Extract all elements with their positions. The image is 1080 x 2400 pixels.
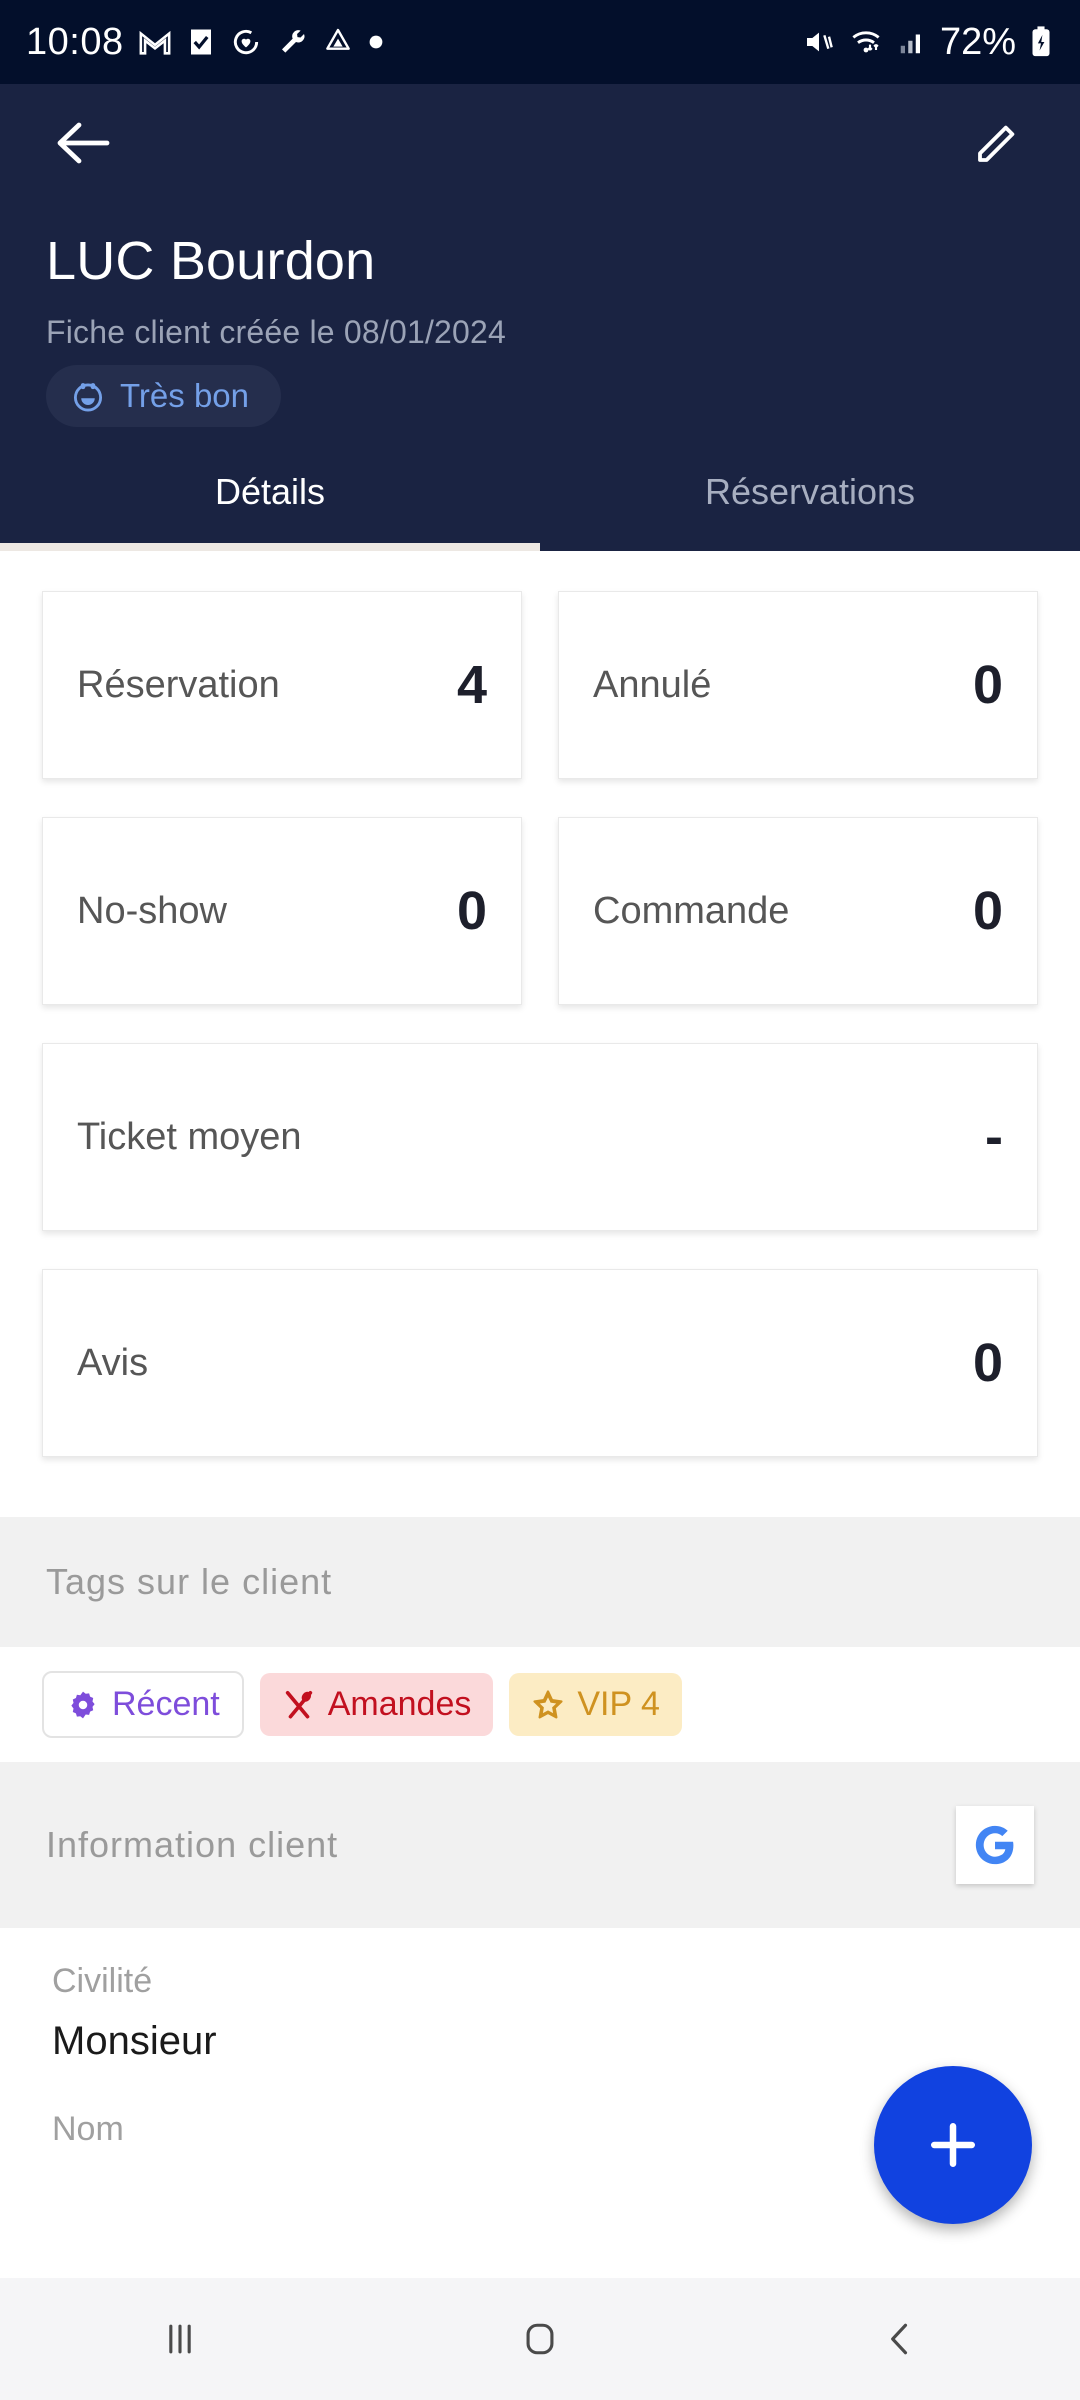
- tag-amandes[interactable]: Amandes: [259, 1673, 494, 1736]
- client-created-text: Fiche client créée le 08/01/2024: [46, 314, 507, 350]
- info-section-header: Information client: [0, 1762, 1080, 1928]
- app-bar: LUC Bourdon Fiche client créée le 08/01/…: [0, 84, 1080, 437]
- smiley-icon: [73, 383, 103, 412]
- triangle-icon: [325, 28, 350, 50]
- tab-details-label: Détails: [214, 471, 326, 512]
- wifi-icon: [852, 31, 880, 53]
- stat-value: 0: [456, 881, 487, 941]
- stat-label: Ticket moyen: [77, 1115, 302, 1158]
- checkbox-icon: [190, 29, 211, 55]
- tab-details[interactable]: Détails: [0, 437, 540, 551]
- google-import-button[interactable]: [956, 1806, 1034, 1884]
- status-badge[interactable]: Très bon: [46, 365, 282, 427]
- heart-sync-icon: [233, 29, 258, 55]
- tag-label: Amandes: [327, 1685, 472, 1723]
- tag-label: VIP 4: [577, 1685, 660, 1723]
- stats-grid: Réservation 4 Annulé 0 No-show 0 Command…: [0, 551, 1080, 1517]
- badge-row: Très bon: [46, 351, 1034, 437]
- tags-section-header: Tags sur le client: [0, 1517, 1080, 1647]
- tab-reservations-label: Réservations: [704, 471, 916, 512]
- stat-value: 4: [456, 655, 487, 715]
- stat-value: 0: [972, 1333, 1003, 1393]
- stat-card-reservation[interactable]: Réservation 4: [42, 591, 522, 779]
- stat-value: 0: [972, 881, 1003, 941]
- stat-card-annule[interactable]: Annulé 0: [558, 591, 1038, 779]
- home-button[interactable]: [470, 2289, 610, 2389]
- status-time: 10:08: [26, 20, 124, 63]
- field-label: Civilité: [52, 1962, 153, 2000]
- add-button[interactable]: [874, 2066, 1032, 2224]
- stat-label: Avis: [77, 1341, 149, 1384]
- tags-section-title: Tags sur le client: [46, 1561, 333, 1602]
- plus-icon: [931, 2123, 975, 2167]
- recents-button[interactable]: [110, 2289, 250, 2389]
- status-badge-label: Très bon: [120, 377, 250, 414]
- stat-card-avis[interactable]: Avis 0: [42, 1269, 1038, 1457]
- dot-icon: [369, 35, 382, 49]
- cutlery-icon: [285, 1690, 312, 1718]
- tab-bar: Détails Réservations: [0, 437, 1080, 551]
- page-title: LUC Bourdon: [46, 231, 376, 291]
- stat-value: -: [985, 1107, 1003, 1167]
- stat-card-ticket-moyen[interactable]: Ticket moyen -: [42, 1043, 1038, 1231]
- stat-card-noshow[interactable]: No-show 0: [42, 817, 522, 1005]
- system-nav-bar: [0, 2278, 1080, 2400]
- back-button[interactable]: [46, 106, 120, 180]
- status-bar-right: 72%: [802, 21, 1054, 64]
- stat-label: No-show: [77, 889, 227, 932]
- stats-row-2: No-show 0 Commande 0: [42, 817, 1038, 1005]
- battery-percent: 72%: [939, 20, 1016, 63]
- tag-vip[interactable]: VIP 4: [509, 1673, 682, 1736]
- mute-icon: [806, 32, 833, 52]
- status-bar: 10:08 72%: [0, 0, 1080, 84]
- app-bar-actions: [46, 84, 1034, 202]
- field-value: Monsieur: [52, 2019, 217, 2063]
- content-area: Réservation 4 Annulé 0 No-show 0 Command…: [0, 551, 1080, 2195]
- tag-label: Récent: [112, 1685, 220, 1723]
- back-icon: [891, 2323, 908, 2355]
- stat-value: 0: [972, 655, 1003, 715]
- stat-label: Réservation: [77, 663, 280, 706]
- status-bar-left: 10:08: [26, 21, 384, 64]
- stat-label: Annulé: [593, 663, 712, 706]
- signal-icon: [900, 34, 920, 54]
- wrench-icon: [281, 30, 305, 53]
- info-section-title: Information client: [46, 1824, 339, 1865]
- phone-screen: 10:08 72% LUC Bourdon Fiche client créée…: [0, 0, 1080, 2400]
- battery-charging-icon: [1032, 26, 1050, 57]
- google-g-icon: [975, 1825, 1014, 1865]
- stats-row-1: Réservation 4 Annulé 0: [42, 591, 1038, 779]
- stat-label: Commande: [593, 889, 790, 932]
- tag-recent[interactable]: Récent: [42, 1671, 244, 1738]
- arrow-left-icon: [57, 122, 110, 164]
- gear-icon: [71, 1691, 95, 1718]
- edit-button[interactable]: [960, 106, 1034, 180]
- back-nav-button[interactable]: [830, 2289, 970, 2389]
- pencil-icon: [978, 125, 1015, 162]
- stat-card-commande[interactable]: Commande 0: [558, 817, 1038, 1005]
- recents-icon: [169, 2324, 191, 2354]
- home-icon: [526, 2323, 554, 2355]
- field-civilite[interactable]: Civilité Monsieur: [52, 1962, 1028, 2110]
- tags-list: Récent Amandes VIP 4: [0, 1647, 1080, 1762]
- star-icon: [533, 1689, 563, 1718]
- gmail-icon: [139, 30, 171, 55]
- tab-reservations[interactable]: Réservations: [540, 437, 1080, 543]
